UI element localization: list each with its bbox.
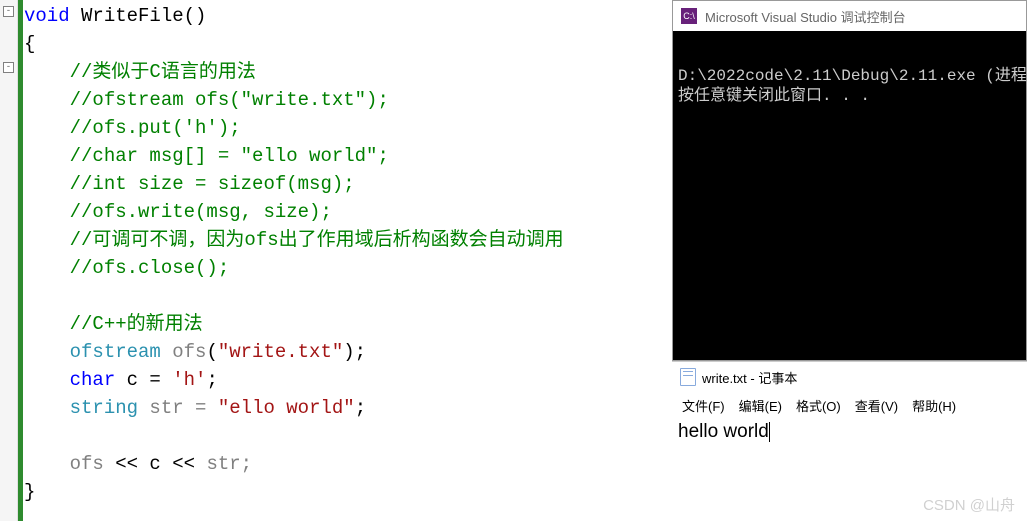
string-literal: "ello world" [218,397,355,419]
string-literal: "write.txt" [218,341,343,363]
menu-view[interactable]: 查看(V) [855,396,898,415]
console-icon: C:\ [681,8,697,24]
comment: //ofs.put('h'); [70,117,241,139]
var: str = [138,397,218,419]
brace: { [24,33,35,55]
var: c [138,453,172,475]
comment: //char msg[] = "ello world"; [70,145,389,167]
brace: } [24,481,35,503]
punct: ); [343,341,366,363]
console-line: 按任意键关闭此窗口. . . [678,87,870,105]
comment: //ofs.write(msg, size); [70,201,332,223]
comment: //int size = sizeof(msg); [70,173,355,195]
comment: //C++的新用法 [70,313,203,335]
var: str; [195,453,252,475]
menu-help[interactable]: 帮助(H) [912,396,956,415]
change-indicator [18,0,23,521]
console-title-text: Microsoft Visual Studio 调试控制台 [705,7,906,26]
notepad-title-text: write.txt - 记事本 [702,368,797,387]
paren: () [184,5,207,27]
function-name: WriteFile [81,5,184,27]
comment: //ofstream ofs("write.txt"); [70,89,389,111]
editor-gutter: - - [0,0,18,521]
punct: ; [206,369,217,391]
menu-format[interactable]: 格式(O) [796,396,841,415]
debug-console[interactable]: C:\ Microsoft Visual Studio 调试控制台 D:\202… [672,0,1027,361]
notepad-content[interactable]: hello world [672,419,1027,445]
type: string [70,397,138,419]
comment: //可调可不调，因为ofs出了作用域后析构函数会自动调用 [70,229,564,251]
var: ofs [161,341,207,363]
notepad-menubar[interactable]: 文件(F) 编辑(E) 格式(O) 查看(V) 帮助(H) [672,392,1027,419]
console-titlebar[interactable]: C:\ Microsoft Visual Studio 调试控制台 [673,1,1026,31]
operator: << [115,453,138,475]
comment: //类似于C语言的用法 [70,61,256,83]
operator: << [172,453,195,475]
char-literal: 'h' [172,369,206,391]
keyword: char [70,369,116,391]
var: ofs [70,453,116,475]
code-editor[interactable]: - - void WriteFile() { //类似于C语言的用法 //ofs… [0,0,672,521]
notepad-icon [680,368,696,386]
punct: ( [206,341,217,363]
notepad-titlebar[interactable]: write.txt - 记事本 [672,362,1027,392]
punct: ; [355,397,366,419]
console-line: D:\2022code\2.11\Debug\2.11.exe (进程 [678,67,1027,85]
fold-icon[interactable]: - [3,6,14,17]
notepad-text: hello world [678,421,769,442]
menu-file[interactable]: 文件(F) [682,396,725,415]
var: c = [115,369,172,391]
menu-edit[interactable]: 编辑(E) [739,396,782,415]
type: ofstream [70,341,161,363]
console-output[interactable]: D:\2022code\2.11\Debug\2.11.exe (进程 按任意键… [673,31,1026,111]
comment: //ofs.close(); [70,257,230,279]
text-cursor-icon [769,422,770,442]
keyword: void [24,5,70,27]
code-content[interactable]: void WriteFile() { //类似于C语言的用法 //ofstrea… [24,2,564,506]
fold-icon[interactable]: - [3,62,14,73]
watermark: CSDN @山舟 [923,494,1015,515]
